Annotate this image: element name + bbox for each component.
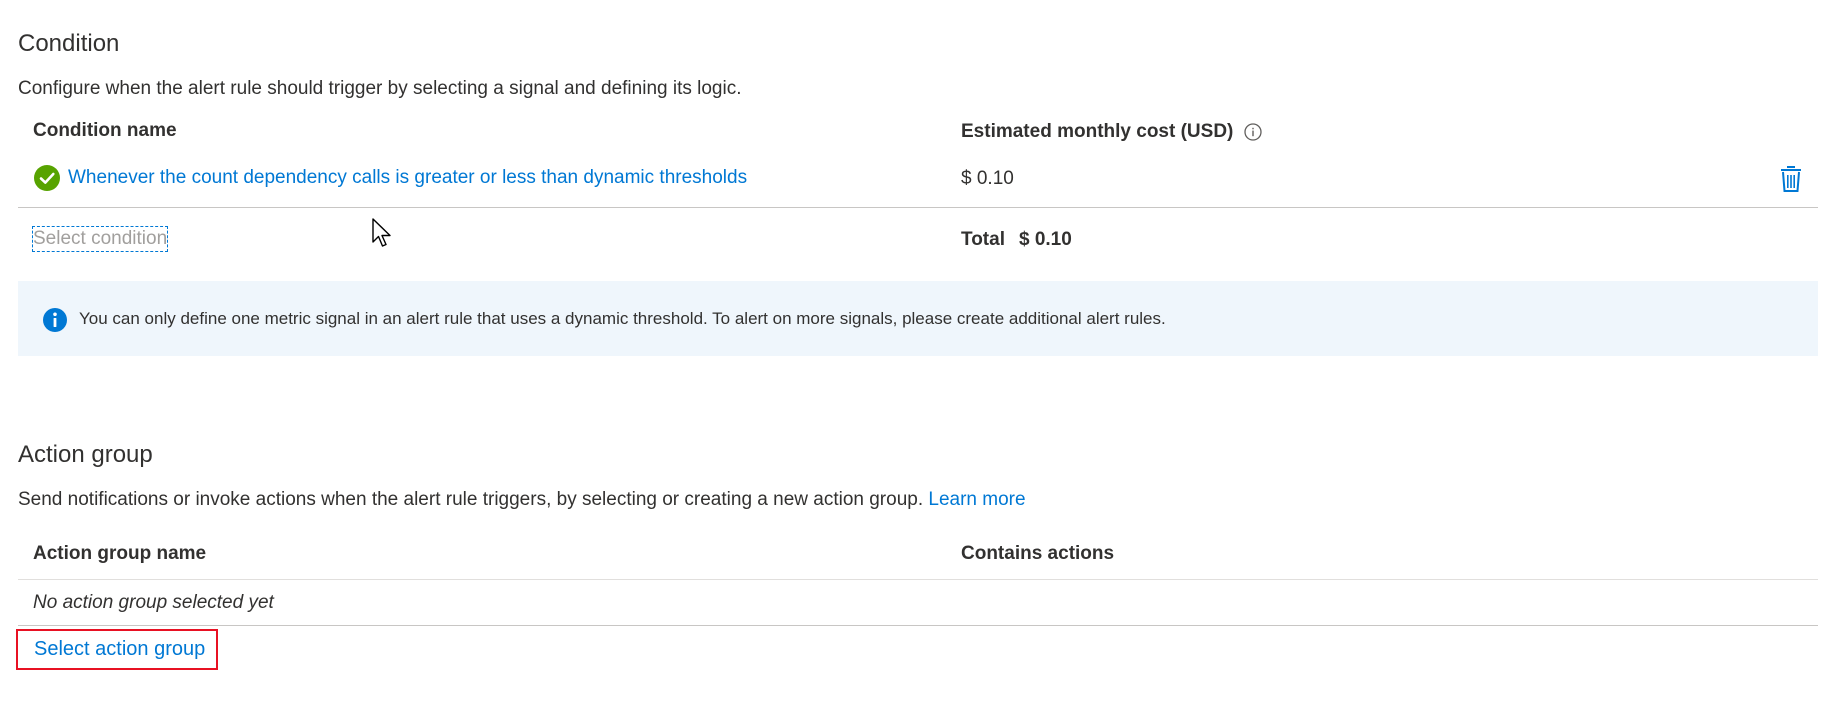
estimated-cost-header-label: Estimated monthly cost (USD) [961, 121, 1234, 142]
condition-name-header: Condition name [33, 120, 177, 141]
info-outline-icon[interactable] [1243, 122, 1263, 142]
select-condition-button[interactable]: Select condition [32, 226, 169, 252]
action-group-title: Action group [18, 441, 153, 468]
total-label: Total [961, 229, 1005, 250]
info-banner: You can only define one metric signal in… [18, 281, 1818, 356]
info-filled-icon [42, 307, 68, 333]
check-circle-icon [33, 164, 61, 192]
select-action-group-button[interactable]: Select action group [16, 629, 218, 670]
empty-action-group-text: No action group selected yet [33, 592, 274, 613]
condition-title: Condition [18, 30, 120, 57]
delete-icon[interactable] [1778, 165, 1804, 193]
action-group-name-header: Action group name [33, 543, 207, 564]
action-group-description-text: Send notifications or invoke actions whe… [18, 489, 924, 510]
estimated-cost-header: Estimated monthly cost (USD) [961, 121, 1263, 143]
action-group-row-divider [18, 625, 1818, 626]
select-action-group-label: Select action group [34, 638, 206, 660]
total-row: Total $ 0.10 [961, 229, 1072, 251]
total-value: $ 0.10 [1018, 229, 1072, 250]
action-group-description: Send notifications or invoke actions whe… [18, 489, 1026, 511]
contains-actions-header: Contains actions [961, 543, 1115, 564]
action-group-header-divider [18, 579, 1818, 580]
condition-description: Configure when the alert rule should tri… [18, 78, 742, 99]
mouse-pointer-icon [372, 218, 394, 250]
condition-cost: $ 0.10 [961, 168, 1014, 189]
condition-row-divider [18, 207, 1818, 208]
condition-link[interactable]: Whenever the count dependency calls is g… [68, 167, 747, 189]
info-banner-text: You can only define one metric signal in… [79, 309, 1166, 328]
learn-more-link[interactable]: Learn more [928, 489, 1025, 510]
